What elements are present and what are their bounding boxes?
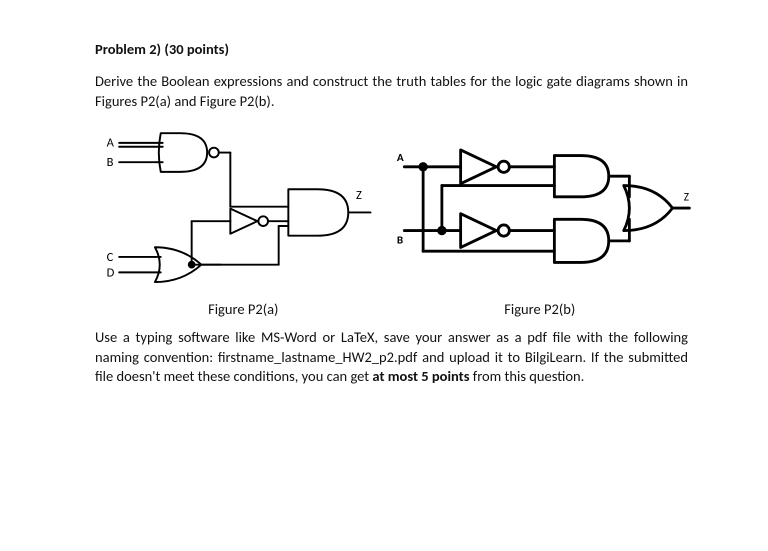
problem-prompt: Derive the Boolean expressions and const…	[95, 72, 688, 111]
problem-heading: Problem 2) (30 points)	[95, 40, 688, 58]
caption-p2b: Figure P2(b)	[392, 300, 689, 318]
figure-p2a: A B C D Z	[95, 129, 385, 294]
circuit-p2a-svg: A B C D Z	[95, 129, 385, 294]
label-B-b: B	[397, 234, 403, 248]
figure-captions: Figure P2(a) Figure P2(b)	[95, 300, 688, 318]
caption-p2a: Figure P2(a)	[95, 300, 392, 318]
instructions-post: from this question.	[470, 367, 585, 385]
label-Z-a: Z	[356, 188, 362, 203]
circuit-p2b-svg: A B Z	[395, 129, 695, 289]
label-C: C	[107, 250, 114, 265]
label-Z-b: Z	[684, 191, 689, 205]
figure-p2b: A B Z	[395, 129, 695, 294]
label-D: D	[107, 265, 115, 280]
instructions-bold: at most 5 points	[372, 367, 469, 385]
figures-row: A B C D Z	[95, 129, 688, 294]
label-B: B	[107, 155, 114, 170]
label-A: A	[107, 136, 115, 151]
label-A-b: A	[397, 151, 404, 165]
problem-page: Problem 2) (30 points) Derive the Boolea…	[0, 0, 768, 387]
submission-instructions: Use a typing software like MS-Word or La…	[95, 328, 688, 387]
